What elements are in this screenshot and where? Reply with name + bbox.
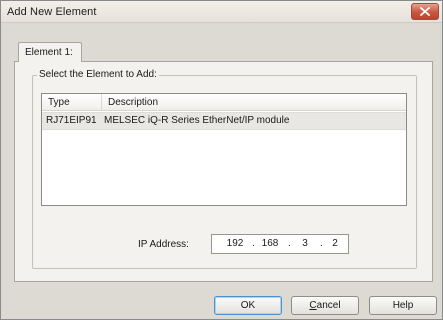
ip-octet-4[interactable]: 2 (322, 238, 348, 249)
column-header-type[interactable]: Type (42, 94, 102, 111)
tab-element-1[interactable]: Element 1: (18, 42, 82, 62)
ip-octet-2[interactable]: 168 (257, 238, 283, 249)
group-label: Select the Element to Add: (37, 69, 159, 80)
list-header: Type Description (42, 94, 406, 111)
cancel-mnemonic: C (309, 300, 317, 311)
select-element-group: Select the Element to Add: Type Descript… (32, 69, 417, 269)
ip-octet-1[interactable]: 192 (222, 238, 248, 249)
help-button[interactable]: Help (369, 296, 437, 315)
ip-octet-3[interactable]: 3 (292, 238, 318, 249)
cell-description: MELSEC iQ-R Series EtherNet/IP module (104, 115, 290, 126)
ok-button[interactable]: OK (214, 296, 282, 315)
close-icon (420, 7, 430, 16)
cell-type: RJ71EIP91 (46, 115, 97, 126)
tab-panel: Select the Element to Add: Type Descript… (14, 61, 433, 282)
element-list[interactable]: Type Description RJ71EIP91 MELSEC iQ-R S… (41, 93, 407, 206)
cancel-label: ancel (316, 300, 341, 311)
ip-separator: . (252, 238, 255, 249)
tab-label: Element 1: (25, 47, 73, 58)
list-item[interactable]: RJ71EIP91 MELSEC iQ-R Series EtherNet/IP… (42, 112, 406, 130)
window-title: Add New Element (7, 6, 97, 18)
title-bar[interactable]: Add New Element (1, 1, 442, 23)
column-header-description[interactable]: Description (102, 94, 406, 111)
add-new-element-dialog: Add New Element Element 1: Select the El… (0, 0, 443, 320)
close-button[interactable] (411, 3, 439, 20)
ip-address-label: IP Address: (138, 239, 189, 250)
cancel-button[interactable]: Cancel (291, 296, 359, 315)
ip-separator: . (288, 238, 291, 249)
ip-address-input[interactable]: 192 . 168 . 3 . 2 (211, 234, 349, 254)
